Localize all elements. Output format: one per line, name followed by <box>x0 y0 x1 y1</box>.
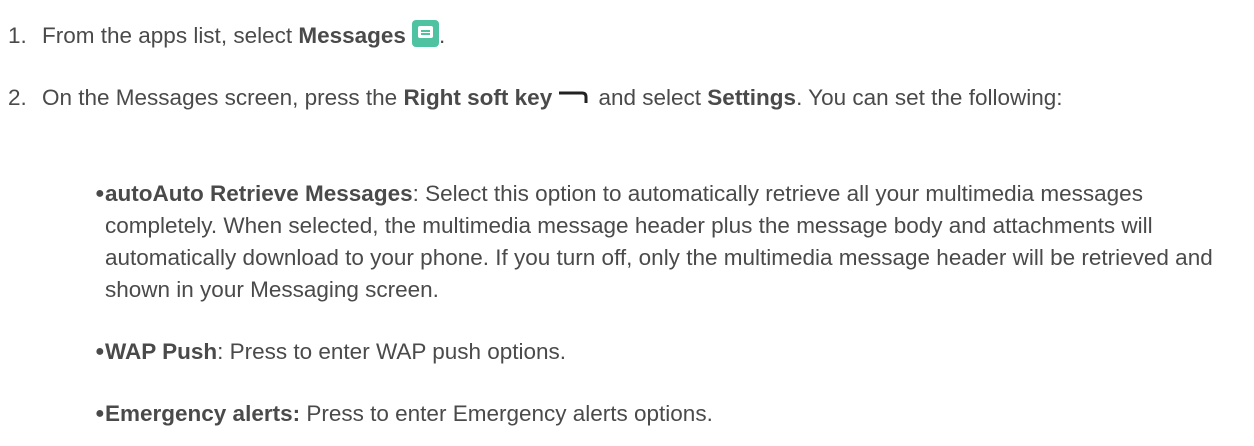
bullet-dot: ● <box>95 185 105 202</box>
right-soft-key-icon <box>559 91 588 103</box>
step-suffix: . <box>438 23 446 48</box>
settings-name: Settings <box>707 85 797 110</box>
soft-key-name: Right soft key <box>403 85 553 110</box>
option-description: Press to enter Emergency alerts options. <box>306 401 713 426</box>
bullet-dot: ● <box>95 405 105 422</box>
option-text: WAP Push: Press to enter WAP push option… <box>105 336 1220 368</box>
option-description: Press to enter WAP push options. <box>229 339 567 364</box>
step-number: 1. <box>8 23 27 48</box>
app-name: Messages <box>298 23 406 48</box>
option-title: WAP Push <box>105 339 218 364</box>
step-prefix: From the apps list, select <box>42 23 299 48</box>
step-middle: and select <box>592 85 708 110</box>
step-text: From the apps list, select Messages. <box>42 20 1194 52</box>
option-text: Emergency alerts: Press to enter Emergen… <box>105 398 1220 430</box>
instructions-document: 1. From the apps list, select Messages . … <box>0 0 1254 446</box>
option-separator: : <box>412 181 426 206</box>
option-title: Emergency alerts: <box>105 401 301 426</box>
option-text: autoAuto Retrieve Messages: Select this … <box>105 178 1220 306</box>
option-separator: : <box>217 339 230 364</box>
step-number: 2. <box>8 85 27 110</box>
messages-app-icon <box>411 20 439 47</box>
step-prefix: On the Messages screen, press the <box>42 85 404 110</box>
step-suffix: . You can set the following: <box>796 85 1063 110</box>
bullet-dot: ● <box>95 343 105 360</box>
step-text: On the Messages screen, press the Right … <box>42 82 1194 114</box>
option-title: autoAuto Retrieve Messages <box>105 181 413 206</box>
